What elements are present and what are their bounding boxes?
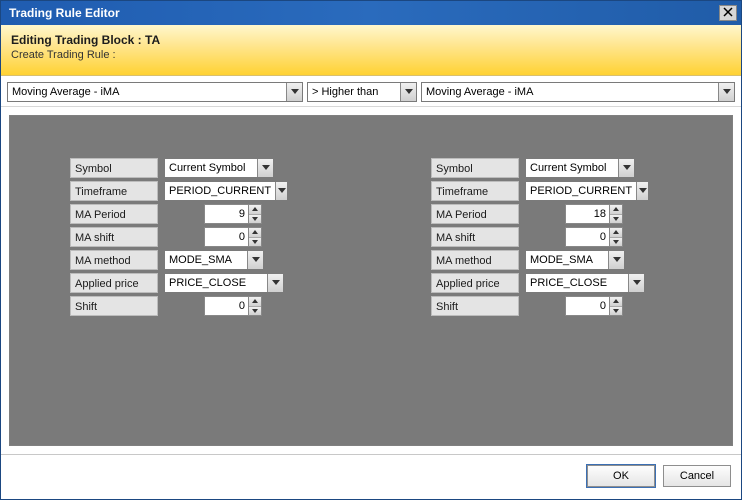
shift-label: Shift <box>70 296 158 316</box>
ok-button[interactable]: OK <box>587 465 655 487</box>
comparator-select[interactable]: > Higher than <box>307 82 417 102</box>
right-indicator-value: Moving Average - iMA <box>422 86 718 98</box>
right-timeframe-row: Timeframe PERIOD_CURRENT <box>371 181 732 201</box>
ma-period-label: MA Period <box>431 204 519 224</box>
left-ma-period-input[interactable] <box>204 204 248 224</box>
spinner-buttons[interactable] <box>248 296 262 316</box>
parameter-panel: Symbol Current Symbol Timeframe PERIOD_C… <box>9 115 733 446</box>
timeframe-label: Timeframe <box>70 181 158 201</box>
left-applied-price-select[interactable]: PRICE_CLOSE <box>164 273 284 293</box>
left-timeframe-select[interactable]: PERIOD_CURRENT <box>164 181 288 201</box>
create-rule-subtitle: Create Trading Rule : <box>11 49 731 61</box>
chevron-down-icon[interactable] <box>257 159 273 177</box>
close-icon[interactable] <box>719 5 737 21</box>
right-params-column: Symbol Current Symbol Timeframe PERIOD_C… <box>371 158 732 316</box>
right-indicator-select[interactable]: Moving Average - iMA <box>421 82 735 102</box>
chevron-down-icon[interactable] <box>249 214 261 224</box>
applied-price-label: Applied price <box>431 273 519 293</box>
spinner-buttons[interactable] <box>248 204 262 224</box>
ma-method-label: MA method <box>70 250 158 270</box>
left-shift-input[interactable] <box>204 296 248 316</box>
right-applied-price-row: Applied price PRICE_CLOSE <box>371 273 732 293</box>
left-ma-method-row: MA method MODE_SMA <box>10 250 371 270</box>
left-applied-price-row: Applied price PRICE_CLOSE <box>10 273 371 293</box>
right-shift-input[interactable] <box>565 296 609 316</box>
ma-period-label: MA Period <box>70 204 158 224</box>
right-ma-method-select[interactable]: MODE_SMA <box>525 250 625 270</box>
symbol-label: Symbol <box>431 158 519 178</box>
spinner-buttons[interactable] <box>248 227 262 247</box>
left-ma-method-select[interactable]: MODE_SMA <box>164 250 264 270</box>
cancel-button[interactable]: Cancel <box>663 465 731 487</box>
chevron-down-icon[interactable] <box>249 306 261 316</box>
right-symbol-select[interactable]: Current Symbol <box>525 158 635 178</box>
chevron-down-icon[interactable] <box>610 237 622 247</box>
spinner-buttons[interactable] <box>609 227 623 247</box>
chevron-down-icon[interactable] <box>267 274 283 292</box>
left-ma-shift-row: MA shift <box>10 227 371 247</box>
right-applied-price-select[interactable]: PRICE_CLOSE <box>525 273 645 293</box>
applied-price-label: Applied price <box>70 273 158 293</box>
shift-label: Shift <box>431 296 519 316</box>
chevron-down-icon[interactable] <box>610 306 622 316</box>
spinner-buttons[interactable] <box>609 296 623 316</box>
chevron-up-icon[interactable] <box>610 297 622 306</box>
left-shift-row: Shift <box>10 296 371 316</box>
left-ma-shift-input[interactable] <box>204 227 248 247</box>
indicator-selection-row: Moving Average - iMA > Higher than Movin… <box>1 76 741 107</box>
footer: OK Cancel <box>1 454 741 499</box>
chevron-down-icon[interactable] <box>636 182 648 200</box>
chevron-up-icon[interactable] <box>610 205 622 214</box>
ma-shift-label: MA shift <box>431 227 519 247</box>
window-title: Trading Rule Editor <box>9 6 120 20</box>
left-ma-period-row: MA Period <box>10 204 371 224</box>
ma-method-label: MA method <box>431 250 519 270</box>
left-symbol-select[interactable]: Current Symbol <box>164 158 274 178</box>
right-shift-row: Shift <box>371 296 732 316</box>
chevron-down-icon[interactable] <box>628 274 644 292</box>
chevron-down-icon[interactable] <box>718 83 734 101</box>
chevron-down-icon[interactable] <box>400 83 416 101</box>
timeframe-label: Timeframe <box>431 181 519 201</box>
left-indicator-select[interactable]: Moving Average - iMA <box>7 82 303 102</box>
right-ma-method-row: MA method MODE_SMA <box>371 250 732 270</box>
chevron-down-icon[interactable] <box>610 214 622 224</box>
titlebar: Trading Rule Editor <box>1 1 741 25</box>
right-ma-period-row: MA Period <box>371 204 732 224</box>
chevron-down-icon[interactable] <box>618 159 634 177</box>
right-ma-period-input[interactable] <box>565 204 609 224</box>
chevron-down-icon[interactable] <box>247 251 263 269</box>
header-banner: Editing Trading Block : TA Create Tradin… <box>1 25 741 76</box>
right-ma-shift-input[interactable] <box>565 227 609 247</box>
trading-rule-editor-window: Trading Rule Editor Editing Trading Bloc… <box>0 0 742 500</box>
right-timeframe-select[interactable]: PERIOD_CURRENT <box>525 181 649 201</box>
chevron-up-icon[interactable] <box>249 228 261 237</box>
chevron-down-icon[interactable] <box>275 182 287 200</box>
symbol-label: Symbol <box>70 158 158 178</box>
ma-shift-label: MA shift <box>70 227 158 247</box>
chevron-up-icon[interactable] <box>249 297 261 306</box>
chevron-down-icon[interactable] <box>249 237 261 247</box>
left-params-column: Symbol Current Symbol Timeframe PERIOD_C… <box>10 158 371 316</box>
chevron-up-icon[interactable] <box>610 228 622 237</box>
chevron-down-icon[interactable] <box>608 251 624 269</box>
left-timeframe-row: Timeframe PERIOD_CURRENT <box>10 181 371 201</box>
chevron-up-icon[interactable] <box>249 205 261 214</box>
left-symbol-row: Symbol Current Symbol <box>10 158 371 178</box>
body-area: Symbol Current Symbol Timeframe PERIOD_C… <box>1 107 741 454</box>
right-ma-shift-row: MA shift <box>371 227 732 247</box>
comparator-value: > Higher than <box>308 86 400 98</box>
chevron-down-icon[interactable] <box>286 83 302 101</box>
spinner-buttons[interactable] <box>609 204 623 224</box>
right-symbol-row: Symbol Current Symbol <box>371 158 732 178</box>
editing-block-title: Editing Trading Block : TA <box>11 33 731 47</box>
left-indicator-value: Moving Average - iMA <box>8 86 286 98</box>
